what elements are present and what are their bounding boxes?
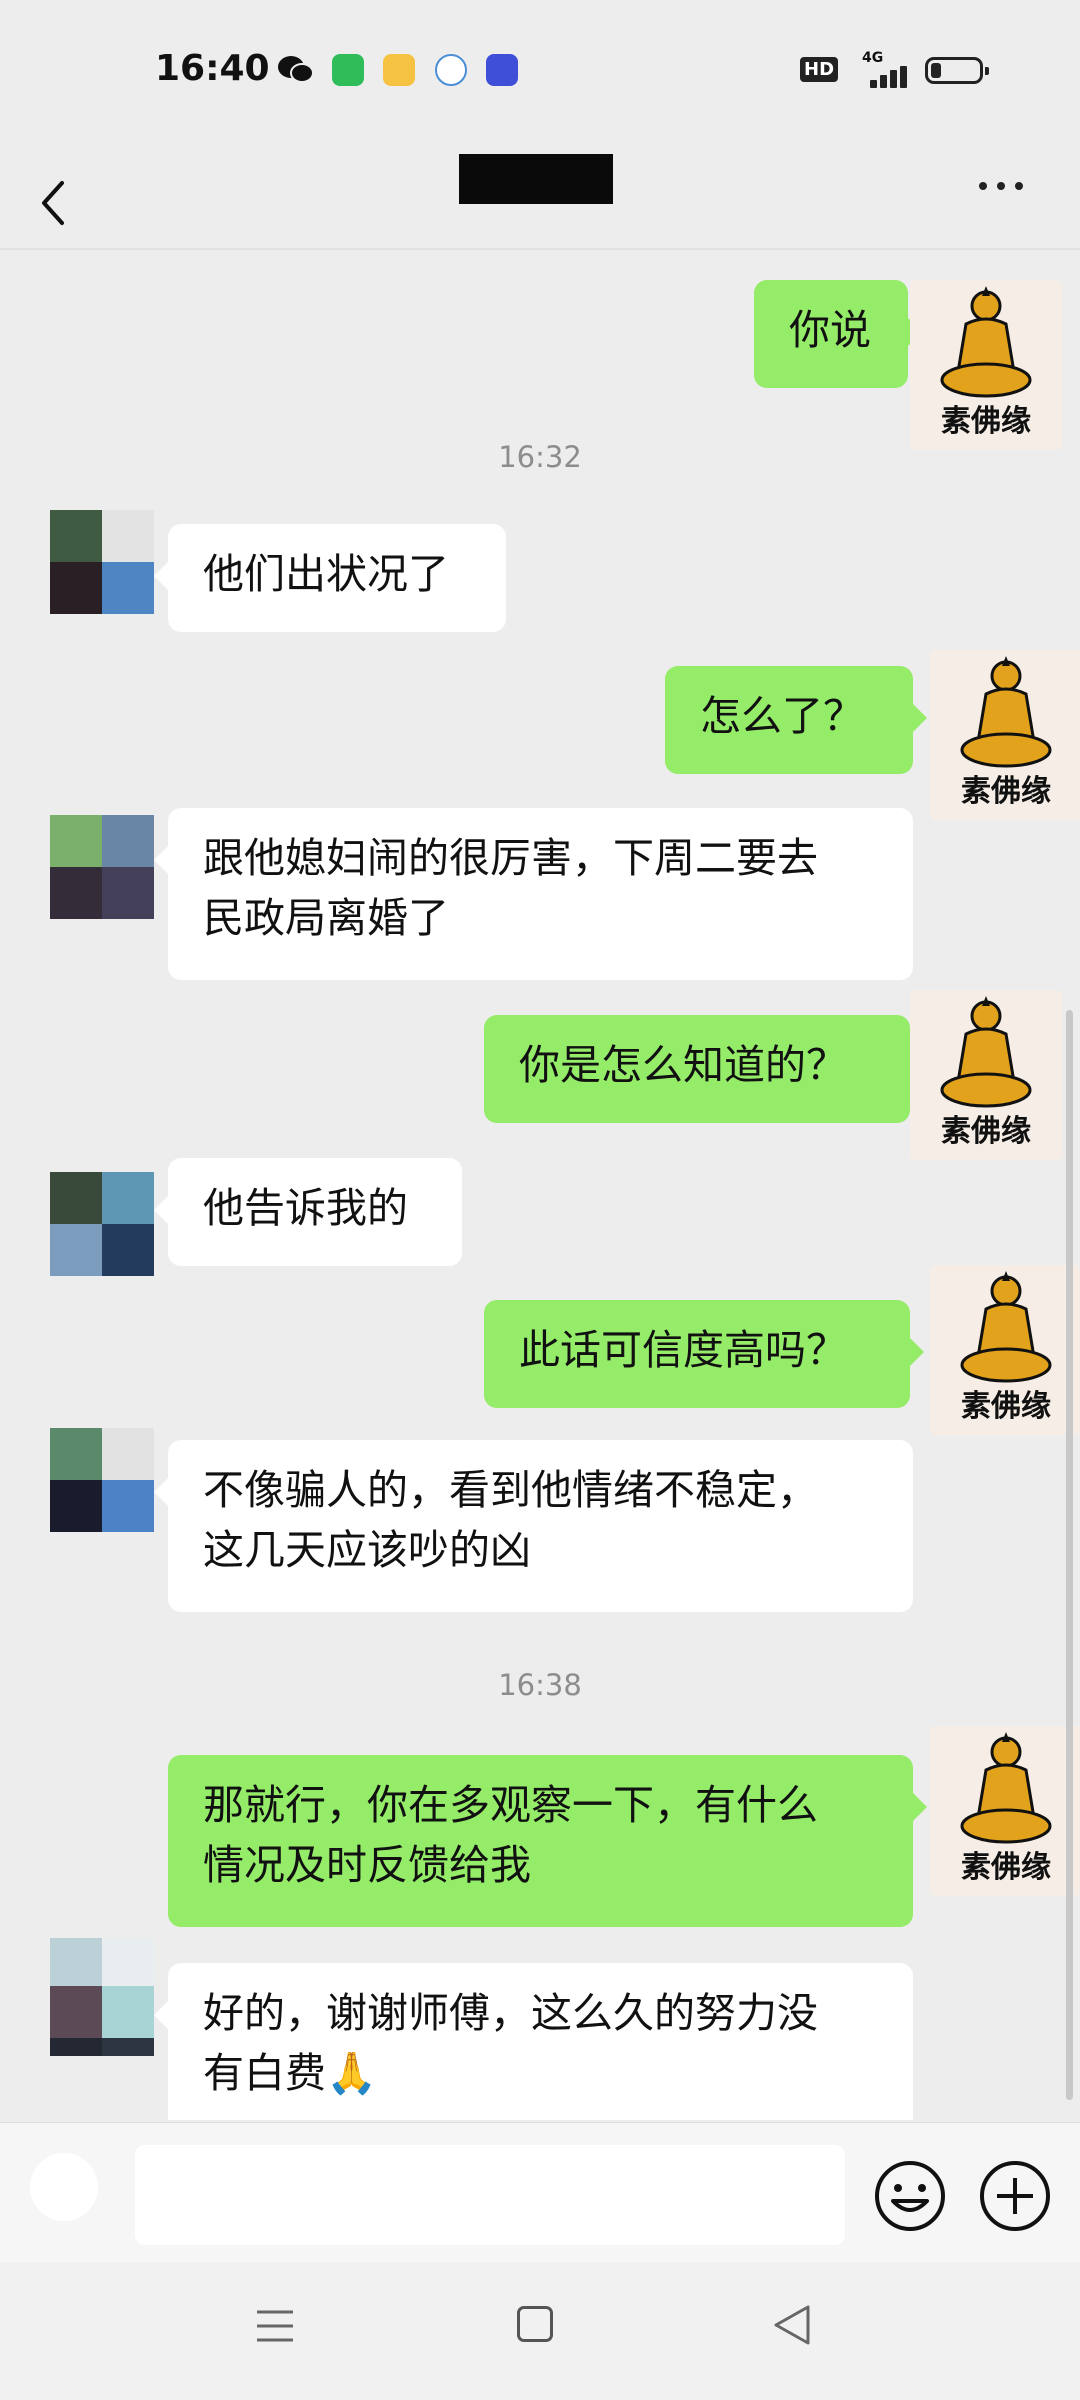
battery-icon — [925, 57, 989, 84]
sender-avatar[interactable] — [50, 1428, 154, 1532]
ifly-icon — [435, 54, 467, 86]
shopping-bag-icon — [332, 54, 364, 86]
scrollbar[interactable] — [1066, 1010, 1073, 2100]
message-timestamp: 16:38 — [498, 1668, 582, 1702]
avatar-caption: 素佛缘 — [961, 774, 1051, 809]
signal-icon — [862, 66, 907, 88]
message-bubble-outgoing[interactable]: 那就行，你在多观察一下，有什么 情况及时反馈给我 — [168, 1755, 927, 1927]
contact-avatar[interactable]: 素佛缘 — [910, 280, 1062, 450]
sender-avatar[interactable] — [50, 510, 154, 614]
avatar-caption: 素佛缘 — [941, 1114, 1031, 1149]
sender-avatar[interactable] — [50, 1938, 154, 2056]
voice-icon[interactable] — [30, 2153, 98, 2221]
menu-icon[interactable] — [255, 2306, 295, 2346]
chat-title — [459, 154, 613, 204]
contact-avatar[interactable]: 素佛缘 — [930, 650, 1080, 820]
message-bubble-incoming[interactable]: 不像骗人的，看到他情绪不稳定， 这几天应该吵的凶 — [154, 1440, 913, 1612]
scissors-app-icon — [486, 54, 518, 86]
network-type: 4G — [862, 50, 884, 66]
message-bubble-outgoing[interactable]: 此话可信度高吗？ — [484, 1300, 924, 1408]
hd-badge: HD — [800, 57, 839, 82]
input-bar — [0, 2122, 1080, 2263]
more-dots-icon[interactable] — [975, 170, 1035, 200]
message-input[interactable] — [135, 2145, 845, 2245]
message-bubble-incoming[interactable]: 好的，谢谢师傅，这么久的努力没 有白费🙏 — [154, 1963, 913, 2120]
message-list[interactable]: 你说 素佛缘 16:32 他们出状况了 怎么了？ 素佛缘 跟他媳妇闹的很厉害，下… — [0, 250, 1080, 2120]
contact-avatar[interactable]: 素佛缘 — [910, 990, 1062, 1160]
status-time: 16:40 — [155, 48, 270, 89]
message-bubble-incoming[interactable]: 他告诉我的 — [154, 1158, 462, 1266]
message-bubble-outgoing[interactable]: 你说 — [754, 280, 922, 388]
avatar-caption: 素佛缘 — [961, 1389, 1051, 1424]
message-bubble-incoming[interactable]: 他们出状况了 — [154, 524, 506, 632]
message-bubble-incoming[interactable]: 跟他媳妇闹的很厉害，下周二要去 民政局离婚了 — [154, 808, 913, 980]
message-bubble-outgoing[interactable]: 怎么了？ — [665, 666, 927, 774]
emoji-smile-icon[interactable] — [873, 2159, 947, 2233]
message-bubble-outgoing[interactable]: 你是怎么知道的？ — [484, 1015, 924, 1123]
avatar-caption: 素佛缘 — [961, 1850, 1051, 1885]
plus-circle-icon[interactable] — [978, 2159, 1052, 2233]
diamond-icon — [383, 54, 415, 86]
back-triangle-icon[interactable] — [772, 2304, 812, 2346]
message-timestamp: 16:32 — [498, 440, 582, 474]
status-bar: 16:40 HD 4G — [0, 0, 1080, 140]
sender-avatar[interactable] — [50, 1172, 154, 1276]
wechat-icon — [277, 54, 315, 86]
chevron-left-icon[interactable] — [32, 160, 82, 230]
home-square-icon[interactable] — [517, 2306, 553, 2342]
chat-header — [0, 140, 1080, 250]
sender-avatar[interactable] — [50, 815, 154, 919]
avatar-caption: 素佛缘 — [941, 404, 1031, 439]
system-nav-bar — [0, 2262, 1080, 2400]
contact-avatar[interactable]: 素佛缘 — [930, 1265, 1080, 1435]
contact-avatar[interactable]: 素佛缘 — [930, 1726, 1080, 1896]
